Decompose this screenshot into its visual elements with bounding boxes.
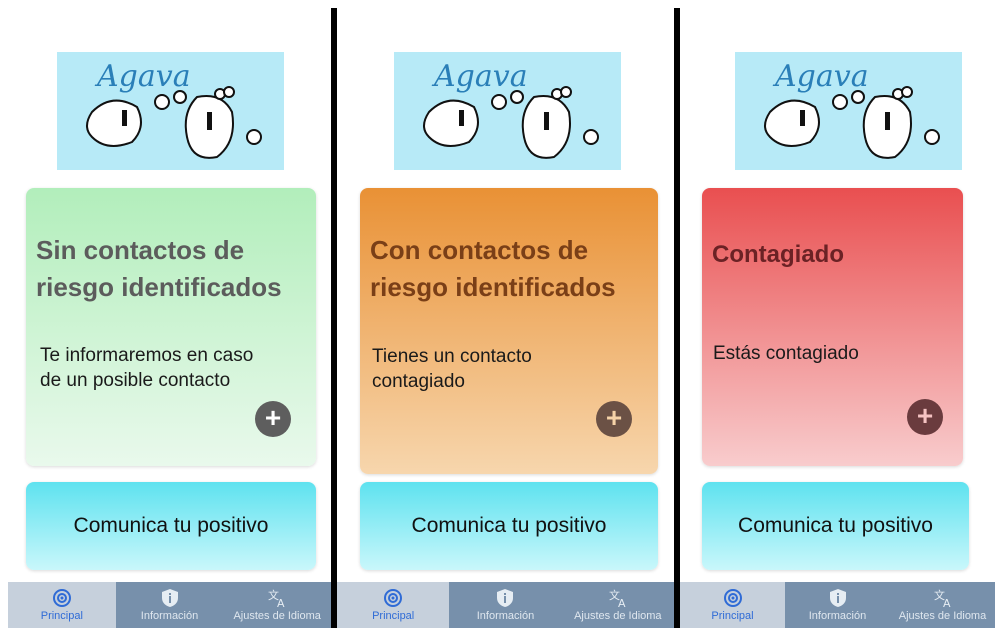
status-title: Sin contactos de riesgo identificados <box>36 235 282 302</box>
status-title: Contagiado <box>712 241 844 268</box>
status-description: Te informaremos en caso de un posible co… <box>40 345 254 391</box>
svg-text:A: A <box>618 597 626 608</box>
translate-icon: 文A <box>609 588 626 608</box>
tab-principal[interactable]: Principal <box>8 582 116 628</box>
status-card: Contagiado Estás contagiado + <box>702 188 963 466</box>
svg-text:A: A <box>943 597 951 608</box>
tab-label: Principal <box>40 610 83 622</box>
tab-label: Principal <box>372 610 415 622</box>
tab-ajustes-idioma[interactable]: 文A Ajustes de Idioma <box>890 582 995 628</box>
bottom-tab-bar: Principal Información 文A Ajustes de Idio… <box>337 582 674 628</box>
report-positive-button[interactable]: Comunica tu positivo <box>26 482 316 570</box>
status-card: Sin contactos de riesgo identificados Te… <box>26 188 316 466</box>
tab-label: Información <box>808 610 867 622</box>
radar-icon <box>384 589 403 607</box>
bottom-tab-bar: Principal Información 文A Ajustes de Idio… <box>8 582 331 628</box>
radar-icon <box>52 589 71 607</box>
tab-informacion[interactable]: Información <box>449 582 561 628</box>
status-card: Con contactos de riesgo identificados Ti… <box>360 188 658 474</box>
status-title: Con contactos de riesgo identificados <box>370 235 616 302</box>
shield-info-icon <box>161 589 178 607</box>
more-info-plus-button[interactable]: + <box>596 401 632 437</box>
status-description: Estás contagiado <box>713 343 859 364</box>
tab-informacion[interactable]: Información <box>785 582 890 628</box>
bottom-tab-bar: Principal Información 文A Ajustes de Idio… <box>680 582 995 628</box>
logo-text: Agava <box>431 59 528 94</box>
tab-ajustes-idioma[interactable]: 文A Ajustes de Idioma <box>562 582 674 628</box>
screen-risk-contacts: Agava Con contactos de riesgo identifica… <box>337 0 674 628</box>
radar-icon <box>723 589 742 607</box>
tab-informacion[interactable]: Información <box>116 582 224 628</box>
status-description: Tienes un contacto contagiado <box>372 346 532 392</box>
agava-logo: Agava <box>57 52 284 170</box>
agava-logo: Agava <box>394 52 621 170</box>
shield-info-icon <box>497 589 514 607</box>
more-info-plus-button[interactable]: + <box>255 401 291 437</box>
report-positive-button[interactable]: Comunica tu positivo <box>702 482 969 570</box>
shield-info-icon <box>829 589 846 607</box>
logo-text: Agava <box>772 59 869 94</box>
more-info-plus-button[interactable]: + <box>907 399 943 435</box>
tab-label: Ajustes de Idioma <box>574 610 662 622</box>
tab-label: Información <box>476 610 535 622</box>
screen-infected: Agava Contagiado Estás contagiado + Comu… <box>680 0 995 628</box>
tab-label: Ajustes de Idioma <box>233 610 321 622</box>
translate-icon: 文A <box>268 588 285 608</box>
tab-label: Información <box>140 610 199 622</box>
tab-label: Ajustes de Idioma <box>898 610 987 622</box>
report-positive-button[interactable]: Comunica tu positivo <box>360 482 658 570</box>
screen-no-contacts: Agava Sin contactos de riesgo identifica… <box>0 0 331 628</box>
logo-text: Agava <box>94 59 191 94</box>
translate-icon: 文A <box>934 588 951 608</box>
tab-principal[interactable]: Principal <box>680 582 785 628</box>
tab-principal[interactable]: Principal <box>337 582 450 628</box>
tab-ajustes-idioma[interactable]: 文A Ajustes de Idioma <box>223 582 331 628</box>
svg-text:A: A <box>277 597 285 608</box>
tab-label: Principal <box>711 610 754 622</box>
agava-logo: Agava <box>735 52 962 170</box>
